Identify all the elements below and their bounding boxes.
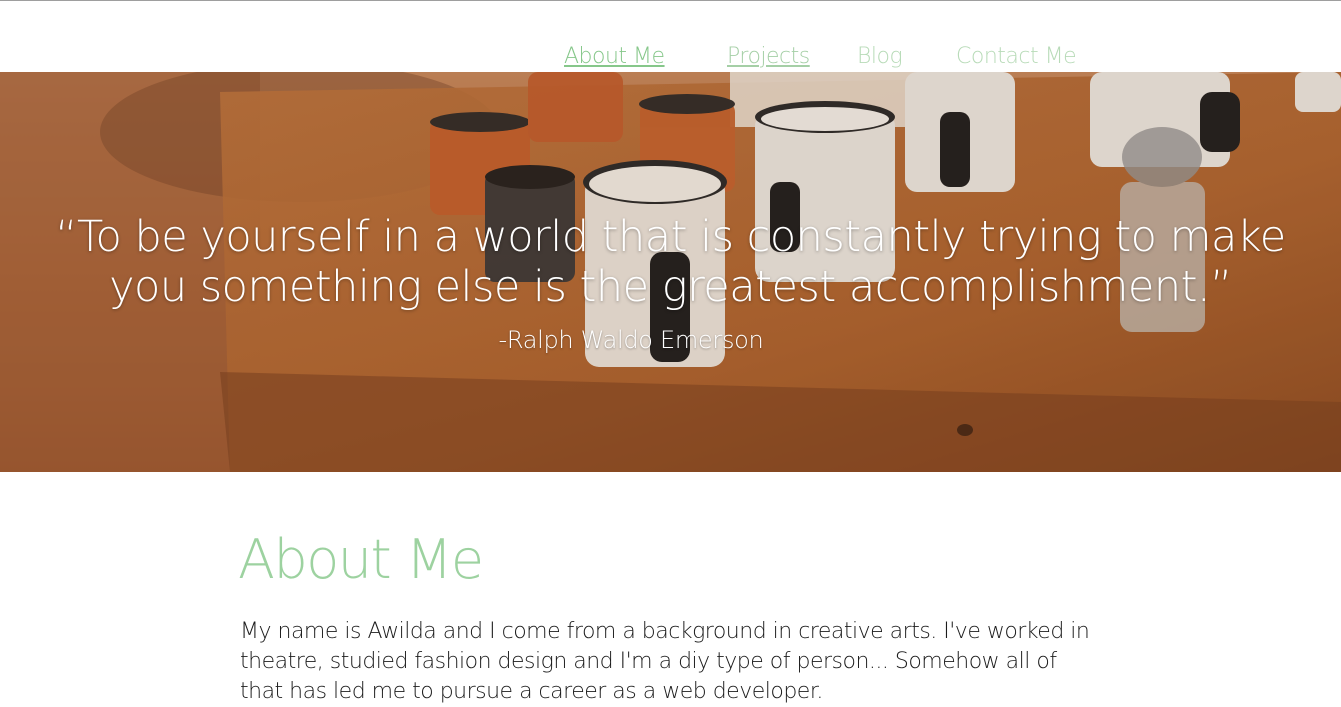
nav-link-about-me[interactable]: About Me bbox=[564, 44, 665, 69]
hero-quote-author: -Ralph Waldo Emerson bbox=[498, 326, 764, 354]
about-heading: About Me bbox=[238, 528, 484, 591]
hero-banner: “To be yourself in a world that is const… bbox=[0, 72, 1341, 472]
main-nav: About Me Projects Blog Contact Me bbox=[0, 0, 1341, 72]
nav-link-projects[interactable]: Projects bbox=[727, 44, 810, 69]
about-paragraph: My name is Awilda and I come from a back… bbox=[240, 619, 1090, 704]
nav-link-contact-me[interactable]: Contact Me bbox=[956, 44, 1077, 69]
hero-quote: “To be yourself in a world that is const… bbox=[55, 212, 1286, 312]
nav-link-blog[interactable]: Blog bbox=[857, 44, 903, 69]
